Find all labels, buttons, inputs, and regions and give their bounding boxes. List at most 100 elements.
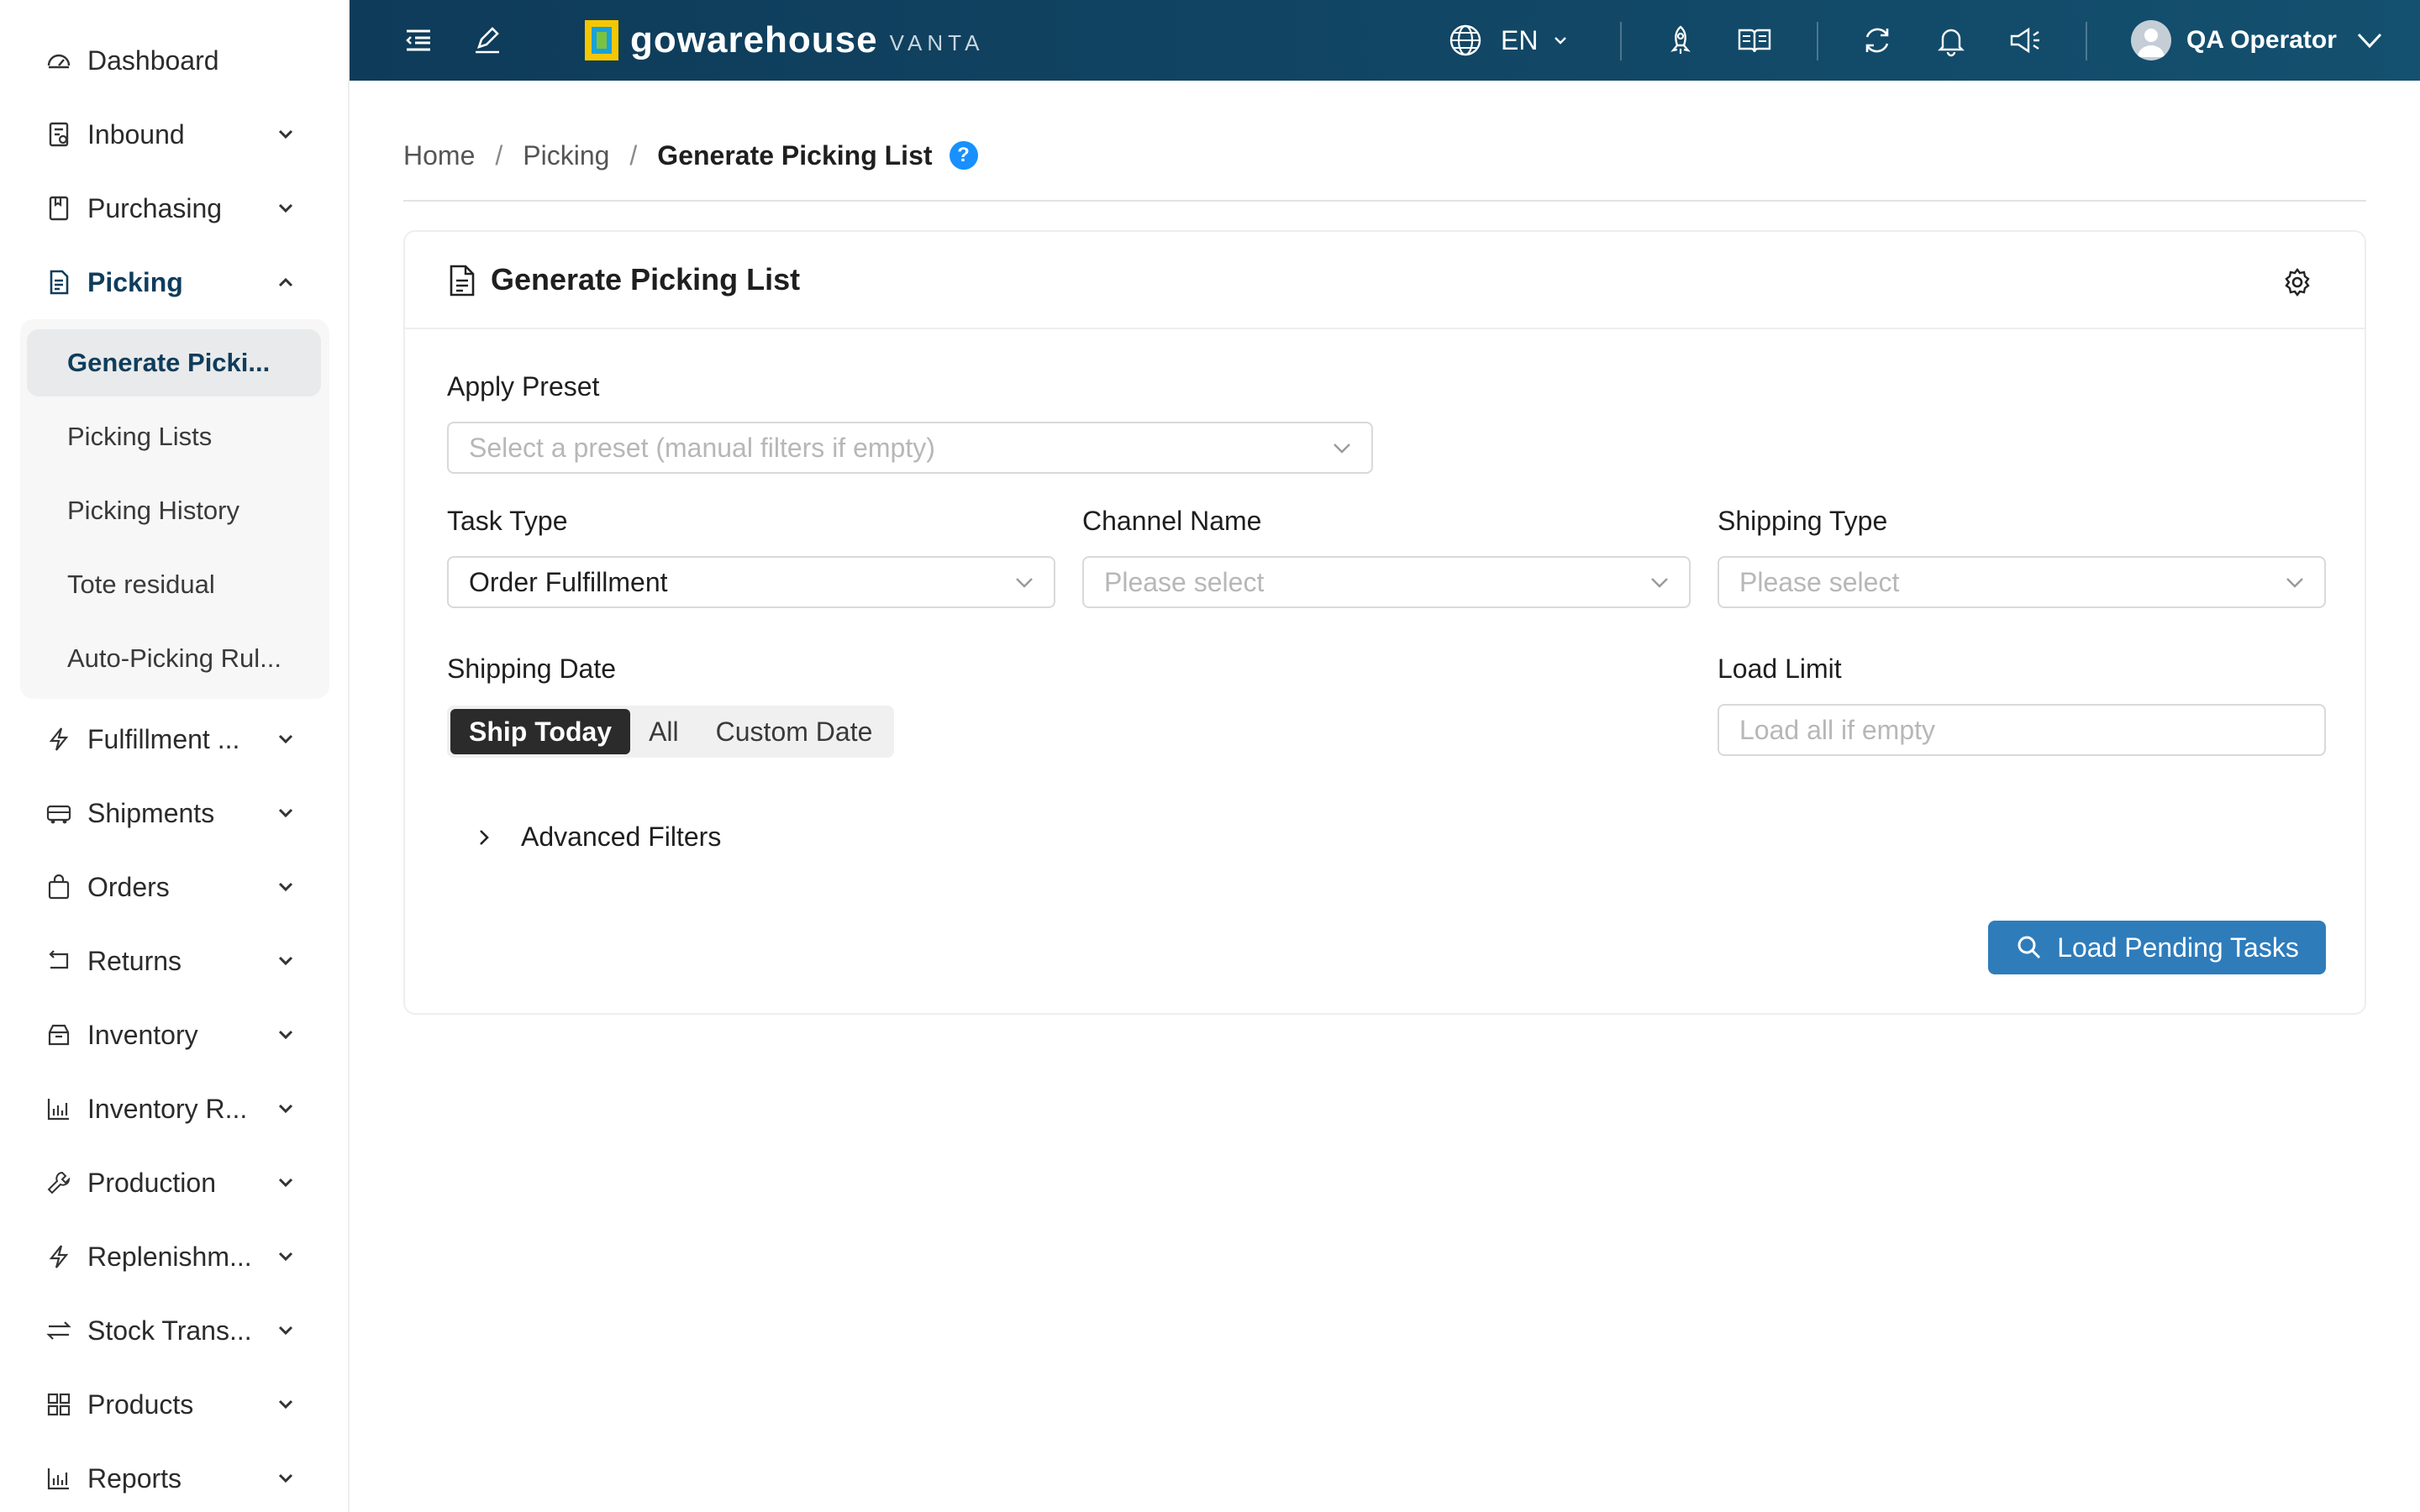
- advanced-filters-label: Advanced Filters: [521, 821, 722, 852]
- chevron-down-icon[interactable]: [272, 1095, 299, 1122]
- sidebar-item-label: Products: [87, 1389, 194, 1420]
- grid-icon: [45, 1391, 72, 1418]
- sidebar-item-label: Production: [87, 1167, 216, 1198]
- edit-icon[interactable]: [466, 18, 509, 62]
- shipping-date-option-all[interactable]: All: [630, 709, 697, 754]
- chevron-down-icon[interactable]: [272, 1465, 299, 1492]
- breadcrumb-separator: /: [629, 139, 638, 171]
- bolt-icon: [45, 726, 72, 753]
- transfer-icon: [45, 1317, 72, 1344]
- sidebar-item-replenishment[interactable]: Replenishm...: [20, 1223, 329, 1290]
- chevron-down-icon[interactable]: [272, 1021, 299, 1048]
- sidebar-item-reports[interactable]: Reports: [20, 1445, 329, 1512]
- advanced-filters-toggle[interactable]: Advanced Filters: [472, 816, 721, 857]
- sidebar-item-products[interactable]: Products: [20, 1371, 329, 1438]
- sidebar-item-label: Dashboard: [87, 45, 219, 76]
- sidebar-item-dashboard[interactable]: Dashboard: [20, 27, 329, 94]
- sidebar-item-inventory-reports[interactable]: Inventory R...: [20, 1075, 329, 1142]
- bar-chart-icon: [45, 1095, 72, 1122]
- language-selector[interactable]: EN: [1447, 18, 1571, 62]
- sidebar-item-returns[interactable]: Returns: [20, 927, 329, 995]
- chevron-down-icon: [1647, 570, 1672, 595]
- chevron-down-icon: [1551, 30, 1571, 50]
- chevron-down-icon[interactable]: [272, 1391, 299, 1418]
- user-menu[interactable]: QA Operator: [2131, 15, 2384, 66]
- chevron-down-icon[interactable]: [272, 1317, 299, 1344]
- apply-preset-select[interactable]: Select a preset (manual filters if empty…: [447, 422, 1373, 474]
- rocket-icon[interactable]: [1659, 18, 1702, 62]
- chevron-down-icon[interactable]: [272, 1169, 299, 1196]
- brand-logo[interactable]: gowarehouse VANTA: [585, 17, 984, 64]
- bell-icon[interactable]: [1929, 18, 1973, 62]
- breadcrumb-separator: /: [495, 139, 503, 171]
- megaphone-icon[interactable]: [2003, 18, 2047, 62]
- sidebar-subitem-label: Tote residual: [67, 570, 215, 599]
- gear-icon[interactable]: [2281, 265, 2314, 299]
- channel-name-label: Channel Name: [1082, 506, 1262, 536]
- shipping-date-option-custom-date[interactable]: Custom Date: [697, 709, 892, 754]
- wrench-icon: [45, 1169, 72, 1196]
- truck-icon: [45, 800, 72, 827]
- help-icon[interactable]: ?: [949, 141, 978, 170]
- language-label: EN: [1501, 24, 1539, 55]
- chevron-down-icon: [1329, 435, 1355, 460]
- search-icon: [2015, 933, 2044, 962]
- sidebar-item-orders[interactable]: Orders: [20, 853, 329, 921]
- avatar: [2131, 20, 2171, 60]
- chevron-down-icon[interactable]: [272, 948, 299, 974]
- chevron-down-icon: [2282, 570, 2307, 595]
- sidebar-subitem-generate-picking-list[interactable]: Generate Picki...: [27, 329, 321, 396]
- sidebar-item-shipments[interactable]: Shipments: [20, 780, 329, 847]
- generate-picking-list-card: Generate Picking List Apply Preset Selec…: [403, 230, 2366, 1015]
- sidebar-subitem-tote-residual[interactable]: Tote residual: [27, 551, 321, 618]
- sidebar-subitem-picking-lists[interactable]: Picking Lists: [27, 403, 321, 470]
- bolt-icon: [45, 1243, 72, 1270]
- sidebar-item-production[interactable]: Production: [20, 1149, 329, 1216]
- chevron-down-icon[interactable]: [272, 195, 299, 222]
- header-divider: [1817, 22, 1818, 60]
- load-pending-tasks-button[interactable]: Load Pending Tasks: [1988, 921, 2326, 974]
- sidebar-item-label: Inventory: [87, 1019, 198, 1050]
- task-type-value: Order Fulfillment: [469, 566, 668, 597]
- shipping-date-option-ship-today[interactable]: Ship Today: [450, 709, 631, 754]
- card-header: Generate Picking List: [405, 232, 2365, 329]
- document-icon: [447, 264, 477, 297]
- sidebar-item-purchasing[interactable]: Purchasing: [20, 175, 329, 242]
- sidebar-item-label: Picking: [87, 266, 183, 297]
- page-title: Generate Picking List: [657, 139, 933, 171]
- refresh-icon[interactable]: [1855, 18, 1899, 62]
- menu-collapse-icon[interactable]: [397, 18, 440, 62]
- channel-name-placeholder: Please select: [1104, 566, 1265, 597]
- chevron-down-icon[interactable]: [272, 874, 299, 900]
- breadcrumb-home[interactable]: Home: [403, 140, 475, 171]
- chevron-down-icon[interactable]: [272, 1243, 299, 1270]
- shipping-type-placeholder: Please select: [1739, 566, 1900, 597]
- chevron-down-icon[interactable]: [272, 726, 299, 753]
- chevron-down-icon[interactable]: [272, 800, 299, 827]
- chevron-down-icon[interactable]: [272, 121, 299, 148]
- shipping-type-label: Shipping Type: [1718, 506, 1888, 536]
- chevron-up-icon[interactable]: [272, 269, 299, 296]
- brand-mark-icon: [585, 20, 618, 60]
- sidebar-subitem-label: Auto-Picking Rul...: [67, 643, 281, 673]
- sidebar-subitem-label: Picking Lists: [67, 422, 213, 451]
- sidebar-item-stock-transfer[interactable]: Stock Trans...: [20, 1297, 329, 1364]
- chevron-down-icon: [1012, 570, 1037, 595]
- load-limit-input[interactable]: Load all if empty: [1718, 704, 2326, 756]
- box-icon: [45, 1021, 72, 1048]
- sidebar-subitem-picking-history[interactable]: Picking History: [27, 477, 321, 544]
- sidebar-subitem-auto-picking-rules[interactable]: Auto-Picking Rul...: [27, 625, 321, 692]
- sidebar-item-label: Stock Trans...: [87, 1315, 252, 1346]
- sidebar-item-label: Shipments: [87, 797, 215, 828]
- sidebar-item-inventory[interactable]: Inventory: [20, 1001, 329, 1068]
- breadcrumb-picking[interactable]: Picking: [523, 140, 609, 171]
- task-type-select[interactable]: Order Fulfillment: [447, 556, 1055, 608]
- shipping-type-select[interactable]: Please select: [1718, 556, 2326, 608]
- sidebar-subitem-label: Picking History: [67, 496, 239, 525]
- channel-name-select[interactable]: Please select: [1082, 556, 1691, 608]
- sidebar-item-fulfillment[interactable]: Fulfillment ...: [20, 706, 329, 773]
- book-icon[interactable]: [1733, 18, 1776, 62]
- sidebar-item-picking[interactable]: Picking: [20, 249, 329, 316]
- bag-icon: [45, 874, 72, 900]
- sidebar-item-inbound[interactable]: Inbound: [20, 101, 329, 168]
